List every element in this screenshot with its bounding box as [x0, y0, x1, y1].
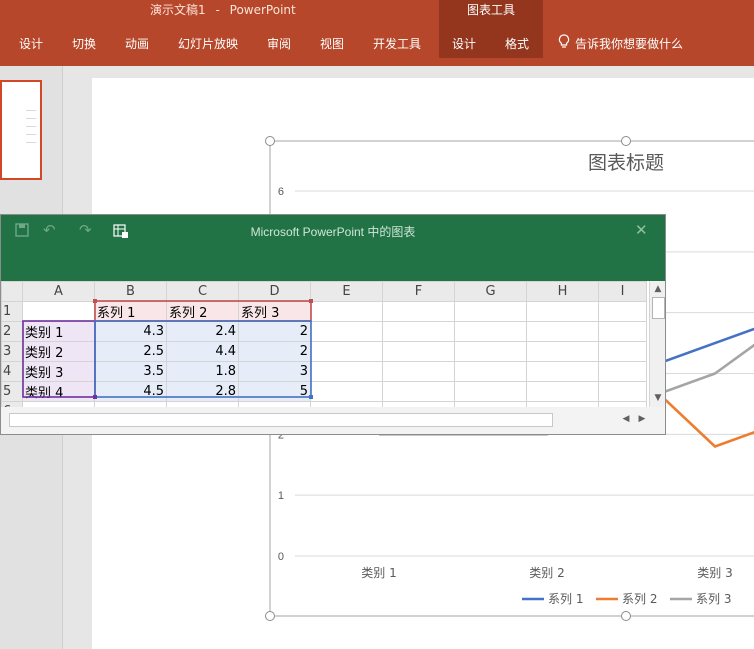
resize-handle[interactable]	[621, 611, 631, 621]
scroll-thumb[interactable]	[9, 413, 553, 427]
resize-handle[interactable]	[265, 136, 275, 146]
y-tick-label: 1	[278, 490, 284, 502]
chart-title[interactable]: 图表标题	[588, 152, 664, 174]
resize-handle[interactable]	[621, 136, 631, 146]
y-tick-label: 0	[278, 551, 284, 563]
x-category-label: 类别 2	[529, 566, 564, 580]
horizontal-scrollbar[interactable]: ◀ ▶	[1, 411, 649, 429]
scroll-up-icon[interactable]: ▲	[651, 282, 665, 296]
data-range-outlines	[22, 299, 313, 399]
chart-data-window[interactable]: ↶ ↷ Microsoft PowerPoint 中的图表 ✕ A B C D …	[0, 214, 666, 435]
worksheet-grid[interactable]: A B C D E F G H I 1 系列 1 系列 2 系列 3 2 类别 …	[1, 281, 649, 407]
chart-data-title: Microsoft PowerPoint 中的图表	[250, 225, 416, 239]
vertical-scrollbar[interactable]: ▲ ▼	[649, 281, 665, 407]
resize-handle[interactable]	[265, 611, 275, 621]
close-icon[interactable]: ✕	[635, 221, 648, 239]
scroll-left-icon[interactable]: ◀	[619, 412, 633, 426]
legend-label[interactable]: 系列 3	[696, 592, 731, 606]
scroll-thumb[interactable]	[652, 297, 665, 319]
scroll-down-icon[interactable]: ▼	[651, 391, 665, 405]
x-category-label: 类别 1	[361, 566, 396, 580]
scroll-right-icon[interactable]: ▶	[635, 412, 649, 426]
legend-label[interactable]: 系列 1	[548, 592, 583, 606]
legend-label[interactable]: 系列 2	[622, 592, 657, 606]
y-tick-label: 6	[278, 186, 284, 198]
x-category-label: 类别 3	[697, 566, 732, 580]
